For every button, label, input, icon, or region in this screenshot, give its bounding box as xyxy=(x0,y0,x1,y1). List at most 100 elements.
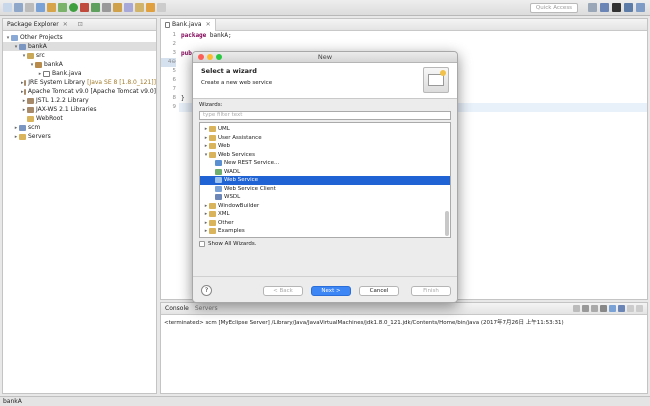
quick-access-field[interactable]: Quick Access xyxy=(530,3,578,13)
finish-button[interactable]: Finish xyxy=(411,286,451,296)
wizard-filter-input[interactable]: type filter text xyxy=(199,111,451,120)
search-icon[interactable] xyxy=(102,3,111,12)
wizard-item-wsdl[interactable]: WSDL xyxy=(200,193,450,202)
tree-item-jaxws-library[interactable]: ▸ JAX-WS 2.1 Libraries xyxy=(3,105,156,114)
clear-console-icon[interactable] xyxy=(591,305,598,312)
tree-label: bankA xyxy=(28,43,47,50)
run-icon[interactable] xyxy=(69,3,78,12)
close-icon[interactable]: ✕ xyxy=(206,21,211,28)
perspective-open-icon[interactable] xyxy=(588,3,597,12)
server-icon[interactable] xyxy=(36,3,45,12)
keyword: package xyxy=(181,32,207,39)
tab-bank-java[interactable]: Bank.java ✕ xyxy=(161,18,216,31)
status-text: bankA xyxy=(3,398,22,405)
wizard-item-web-services[interactable]: ▾ Web Services xyxy=(200,151,450,160)
tab-package-explorer[interactable]: Package Explorer xyxy=(7,21,59,28)
remove-launch-icon[interactable] xyxy=(582,305,589,312)
help-button[interactable]: ? xyxy=(201,285,212,296)
wizard-item-uml[interactable]: ▸ UML xyxy=(200,125,450,134)
folder-icon xyxy=(27,115,34,122)
tree-item-tomcat-library[interactable]: ▸ Apache Tomcat v9.0 [Apache Tomcat v9.0] xyxy=(3,87,156,96)
deploy-icon[interactable] xyxy=(47,3,56,12)
pin-console-icon[interactable] xyxy=(609,305,616,312)
tab-servers[interactable]: Servers xyxy=(195,305,218,312)
tree-item-scm[interactable]: ▸ scm xyxy=(3,123,156,132)
line-number-gutter: 1 2 3 4⊖ 5 6 7 8 9 xyxy=(161,31,179,299)
tree-item-jre-library[interactable]: ▸ JRE System Library [Java SE 8 [1.8.0_121… xyxy=(3,78,156,87)
tree-item-servers[interactable]: ▸ Servers xyxy=(3,132,156,141)
tree-item-src[interactable]: ▾ src xyxy=(3,51,156,60)
java-file-icon xyxy=(165,21,170,28)
tree-item-webroot[interactable]: WebRoot xyxy=(3,114,156,123)
wizard-item-examples[interactable]: ▸ Examples xyxy=(200,227,450,236)
tree-label: JRE System Library xyxy=(28,79,86,86)
wizard-item-xml[interactable]: ▸ XML xyxy=(200,210,450,219)
print-icon[interactable] xyxy=(25,3,34,12)
line-number: 3 xyxy=(172,50,177,56)
tree-label: src xyxy=(36,52,45,59)
display-console-icon[interactable] xyxy=(618,305,625,312)
wizard-item-web[interactable]: ▸ Web xyxy=(200,142,450,151)
console-output: <terminated> scm [MyEclipse Server] /Lib… xyxy=(164,320,564,326)
close-icon[interactable]: ✕ xyxy=(63,21,68,28)
perspective-debug-icon[interactable] xyxy=(624,3,633,12)
scroll-lock-icon[interactable] xyxy=(600,305,607,312)
annotation-icon[interactable] xyxy=(135,3,144,12)
minimize-window-icon[interactable] xyxy=(207,54,213,60)
wizard-label: User Assistance xyxy=(218,134,262,141)
forward-nav-icon[interactable] xyxy=(157,3,166,12)
wizard-label: WSDL xyxy=(224,194,241,201)
wizard-item-other[interactable]: ▸ Other xyxy=(200,219,450,228)
tree-label: bankA xyxy=(44,61,63,68)
wizard-label: Web Service xyxy=(224,177,259,184)
show-all-wizards-option[interactable]: Show All Wizards. xyxy=(199,241,257,247)
cancel-button[interactable]: Cancel xyxy=(359,286,399,296)
external-tools-icon[interactable] xyxy=(80,3,89,12)
dialog-titlebar: New xyxy=(193,52,457,63)
close-window-icon[interactable] xyxy=(198,54,204,60)
perspective-java-icon[interactable] xyxy=(600,3,609,12)
perspective-db-icon[interactable] xyxy=(636,3,645,12)
perspective-mye-icon[interactable] xyxy=(612,3,621,12)
wizard-item-wadl[interactable]: WADL xyxy=(200,168,450,177)
zoom-window-icon[interactable] xyxy=(216,54,222,60)
wizard-item-new-rest-service[interactable]: New REST Service... xyxy=(200,159,450,168)
tree-label: Bank.java xyxy=(52,70,82,77)
new-icon[interactable] xyxy=(3,3,12,12)
terminate-icon[interactable] xyxy=(573,305,580,312)
wizard-label: Web xyxy=(218,143,230,150)
wizard-banner-icon xyxy=(423,67,449,93)
wizard-item-web-service[interactable]: Web Service xyxy=(200,176,450,185)
library-icon xyxy=(23,88,26,95)
minimize-icon[interactable] xyxy=(627,305,634,312)
folder-icon xyxy=(209,126,216,133)
wizard-label: New REST Service... xyxy=(224,160,280,167)
save-icon[interactable] xyxy=(14,3,23,12)
show-all-checkbox[interactable] xyxy=(199,241,205,247)
back-button[interactable]: < Back xyxy=(263,286,303,296)
tree-item-banka-project[interactable]: ▾ bankA xyxy=(3,42,156,51)
tree-item-jstl-library[interactable]: ▸ JSTL 1.2.2 Library xyxy=(3,96,156,105)
web-service-icon xyxy=(215,177,222,184)
coverage-icon[interactable] xyxy=(91,3,100,12)
open-type-icon[interactable] xyxy=(113,3,122,12)
maximize-icon[interactable] xyxy=(636,305,643,312)
tree-label: Other Projects xyxy=(20,34,63,41)
next-button[interactable]: Next > xyxy=(311,286,351,296)
tab-label: Bank.java xyxy=(172,21,202,28)
debug-icon[interactable] xyxy=(58,3,67,12)
tree-item-bank-java[interactable]: ▸ Bank.java xyxy=(3,69,156,78)
task-icon[interactable] xyxy=(124,3,133,12)
tab-type-hierarchy[interactable]: ⊡ xyxy=(78,21,83,28)
tree-item-other-projects[interactable]: ▾ Other Projects xyxy=(3,33,156,42)
wizard-item-windowbuilder[interactable]: ▸ WindowBuilder xyxy=(200,202,450,211)
wizard-header: Select a wizard Create a new web service xyxy=(193,63,457,99)
back-nav-icon[interactable] xyxy=(146,3,155,12)
tree-label: JSTL 1.2.2 Library xyxy=(36,97,89,104)
wizard-list-scrollbar[interactable] xyxy=(445,211,449,236)
tree-item-banka-package[interactable]: ▾ bankA xyxy=(3,60,156,69)
tab-console[interactable]: Console xyxy=(165,305,189,312)
wizard-tree[interactable]: ▸ UML ▸ User Assistance ▸ Web ▾ Web Services… xyxy=(199,122,451,238)
wizard-item-user-assistance[interactable]: ▸ User Assistance xyxy=(200,134,450,143)
wizard-item-web-service-client[interactable]: Web Service Client xyxy=(200,185,450,194)
